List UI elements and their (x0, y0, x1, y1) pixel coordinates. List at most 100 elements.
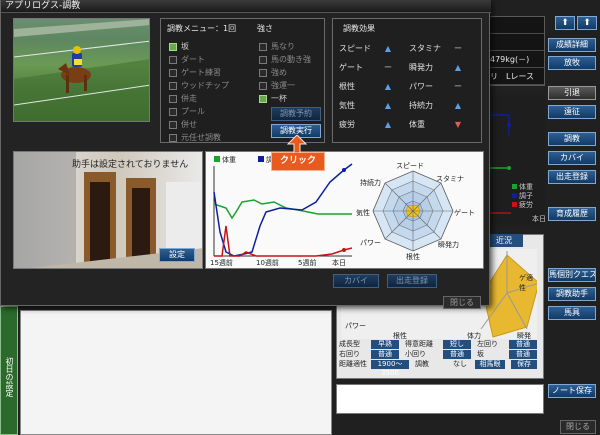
horse-quest-button[interactable]: 馬個別クエスト (548, 268, 596, 282)
menu-item-parallel[interactable]: 併走 (169, 93, 197, 104)
strength-item-full[interactable]: 一杯 (259, 93, 287, 104)
cover-button[interactable]: カバイ (548, 151, 596, 165)
detail-value: 短し (443, 339, 471, 349)
cover-dialog-button[interactable]: カバイ (333, 274, 379, 288)
save-note-button[interactable]: ノート保存 (548, 384, 596, 398)
checkbox[interactable] (169, 68, 177, 77)
detail-value: 普通 (371, 349, 399, 359)
checkbox[interactable] (169, 133, 177, 142)
assistant-panel: 助手は設定されておりません 設定 (13, 151, 203, 269)
menu-item-gate-practice[interactable]: ゲート練習 (169, 67, 221, 78)
results-detail-button[interactable]: 成績詳細 (548, 38, 596, 52)
radar-label-power: パワー (360, 239, 381, 247)
effect-cell: スタミナ ー (409, 43, 479, 54)
legend-fatigue: 疲労 (519, 201, 533, 209)
tab-recent[interactable]: 近況 (485, 234, 523, 247)
breeding-history-button[interactable]: 育成履歴 (548, 207, 596, 221)
checkbox[interactable] (169, 55, 177, 64)
left-tab[interactable]: 初日の設定 (0, 306, 18, 435)
effect-cell: 体重 ▼ (409, 119, 479, 130)
effect-label: 疲労 (339, 120, 355, 129)
menu-item-label: 坂 (181, 42, 189, 51)
horse-eye-button[interactable]: 相馬眼 (475, 359, 505, 369)
effect-up-icon: ▲ (454, 63, 462, 72)
up-arrow-button[interactable]: ⬆ (555, 16, 575, 30)
menu-item-slope[interactable]: 坂 (169, 41, 189, 52)
checkbox[interactable] (259, 94, 267, 103)
strength-item-label: 馬の動き強 (271, 55, 311, 64)
menu-item-pool[interactable]: プール (169, 106, 205, 117)
checkbox[interactable] (169, 94, 177, 103)
detail-value: 普通 (443, 349, 471, 359)
strength-item-strong[interactable]: 強め (259, 67, 287, 78)
radar-label-burst: 瞬発力 (438, 241, 459, 249)
training-menu-panel: 調教メニュー：1回 強さ 坂 ダート ゲート練習 ウッドチップ 併走 プール 併… (160, 18, 325, 143)
graph-panel: 体重 調 15週前 10週前 5週前 本日 スピード スタミナ ゲート 瞬発力 … (205, 151, 484, 269)
legend-swatch-condition (258, 156, 264, 162)
training-dialog: アプリログス-調教 調教メニュー：1回 強さ 坂 ダート ゲート練習 ウッドチッ… (0, 0, 491, 309)
checkbox[interactable] (259, 55, 267, 64)
tack-button[interactable]: 馬具 (548, 306, 596, 320)
radar-label-guts: 根性 (406, 253, 420, 261)
strength-item-moderate[interactable]: 馬の動き強 (259, 54, 311, 65)
detail-row: 右回り 普通 小回り 普通 坂 普通 (339, 349, 543, 359)
menu-item-label: ゲート練習 (181, 68, 221, 77)
menu-item-label: ウッドチップ (181, 81, 229, 90)
background-close-button[interactable]: 閉じる (560, 420, 596, 434)
checkbox[interactable] (169, 120, 177, 129)
detail-row: 距離適性 1900～3500 調教 なし 相馬眼 保存 (339, 359, 543, 377)
detail-key: 得意距離 (405, 340, 433, 348)
checkbox[interactable] (169, 81, 177, 90)
pasture-button[interactable]: 放牧 (548, 56, 596, 70)
training-button[interactable]: 調教 (548, 132, 596, 146)
detail-key: 成長型 (339, 340, 360, 348)
race-entry-dialog-button[interactable]: 出走登録 (387, 274, 437, 288)
expedition-button[interactable]: 遠征 (548, 105, 596, 119)
menu-item-woodchip[interactable]: ウッドチップ (169, 80, 229, 91)
menu-item-label: 元任せ調教 (181, 133, 221, 142)
menu-item-label: 併せ (181, 120, 197, 129)
effect-label: 体重 (409, 120, 425, 129)
effects-grid: スピード ▲ スタミナーゲートー瞬発力 ▲ 根性 ▲ パワーー気性 ▲ 持続力 ▲ 疲労 ▲ 体重 ▼ (339, 39, 479, 134)
strength-item-stronger[interactable]: 強運一 (259, 80, 295, 91)
effect-row: 根性 ▲ パワー ー (339, 77, 479, 96)
menu-item-dirt[interactable]: ダート (169, 54, 205, 65)
history-legend: 体重 調子 疲労 (512, 183, 533, 210)
dialog-close-button[interactable]: 閉じる (443, 296, 481, 309)
checkbox[interactable] (259, 42, 267, 51)
retire-button[interactable]: 引退 (548, 86, 596, 100)
effect-up-icon: ▲ (384, 120, 392, 129)
strength-item-label: 強め (271, 68, 287, 77)
effects-title: 調教効果 (343, 24, 375, 33)
strength-item-label: 強運一 (271, 81, 295, 90)
up-arrow-button-2[interactable]: ⬆ (577, 16, 597, 30)
checkbox[interactable] (169, 42, 177, 51)
effect-up-icon: ▲ (454, 101, 462, 110)
effect-cell: 瞬発力 ▲ (409, 62, 479, 73)
horse-info-table: 479kg(－) リ Lレース (487, 16, 545, 86)
race-scene (14, 19, 149, 121)
save-button[interactable]: 保存 (511, 359, 537, 369)
strength-item-easy[interactable]: 馬なり (259, 41, 295, 52)
checkbox[interactable] (259, 68, 267, 77)
effect-row: スピード ▲ スタミナ ー (339, 39, 479, 58)
checkbox[interactable] (169, 107, 177, 116)
assistant-settings-button[interactable]: 設定 (159, 248, 195, 262)
effect-row: 気性 ▲ 持続力 ▲ (339, 96, 479, 115)
training-assistant-button[interactable]: 調教助手 (548, 287, 596, 301)
effect-up-icon: ▲ (384, 101, 392, 110)
reserve-training-button[interactable]: 調教予約 (271, 107, 321, 121)
effect-cell: 根性 ▲ (339, 81, 409, 92)
radar-label-temper: 気性 (356, 209, 370, 217)
radar-label-endurance: 持続力 (360, 179, 381, 187)
menu-item-joint[interactable]: 併せ (169, 119, 197, 130)
checkbox[interactable] (259, 81, 267, 90)
detail-key: 坂 (477, 350, 484, 358)
callout-arrow-icon (287, 135, 307, 153)
effect-up-icon: ▲ (384, 44, 392, 53)
note-textarea[interactable] (336, 384, 544, 414)
menu-item-auto[interactable]: 元任せ調教 (169, 132, 221, 143)
race-entry-button[interactable]: 出走登録 (548, 170, 596, 184)
effect-cell: 疲労 ▲ (339, 119, 409, 130)
detail-value: なし (453, 360, 467, 368)
